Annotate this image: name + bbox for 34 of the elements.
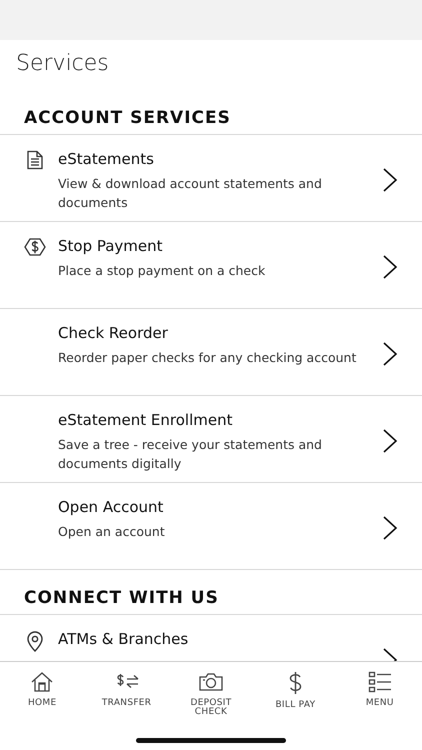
chevron-icon xyxy=(382,428,398,454)
service-title: Stop Payment xyxy=(58,237,164,255)
tab-button[interactable]: TRANSFER xyxy=(84,662,169,750)
service-description: Reorder paper checks for any checking account xyxy=(58,349,358,367)
service-title: Check Reorder xyxy=(58,324,169,342)
service-title: eStatement Enrollment xyxy=(58,411,234,429)
service-title: eStatements xyxy=(58,150,155,168)
service-row[interactable]: eStatements View & download account statements and documents xyxy=(0,135,422,222)
service-title: Open Account xyxy=(58,498,164,516)
home-icon xyxy=(30,671,54,693)
service-row[interactable]: Stop Payment Place a stop payment on a check xyxy=(0,222,422,309)
tab-button[interactable]: BILL PAY xyxy=(253,662,338,750)
service-description: Save a tree - receive your statements and documents digitally xyxy=(58,436,323,473)
service-row[interactable]: eStatement Enrollment Save a tree - receive your statements and documents digitally xyxy=(0,396,422,483)
service-row[interactable]: Open Account Open an account xyxy=(0,483,422,570)
chevron-icon xyxy=(382,166,398,192)
tab-button[interactable]: HOME xyxy=(0,662,84,750)
section-heading: CONNECT WITH US xyxy=(0,570,422,615)
chevron-icon xyxy=(382,514,398,540)
dollar-icon xyxy=(24,237,46,257)
camera-icon xyxy=(198,671,224,693)
dollar-icon xyxy=(287,671,304,695)
page-title: Services xyxy=(15,50,110,78)
service-description: Open an account xyxy=(58,523,166,541)
tab-button[interactable]: DEPOSIT CHECK xyxy=(168,662,254,750)
service-description: View & download account statements and documents xyxy=(58,175,323,212)
chevron-icon xyxy=(382,340,398,366)
service-description: Place a stop payment on a check xyxy=(58,262,266,280)
chevron-icon xyxy=(382,254,398,280)
service-row[interactable]: Check Reorder Reorder paper checks for any checking account xyxy=(0,309,422,396)
tab-button[interactable]: MENU xyxy=(338,662,422,750)
service-title: ATMs & Branches xyxy=(58,630,190,648)
menu-icon xyxy=(368,671,392,693)
section-heading: ACCOUNT SERVICES xyxy=(0,88,422,135)
